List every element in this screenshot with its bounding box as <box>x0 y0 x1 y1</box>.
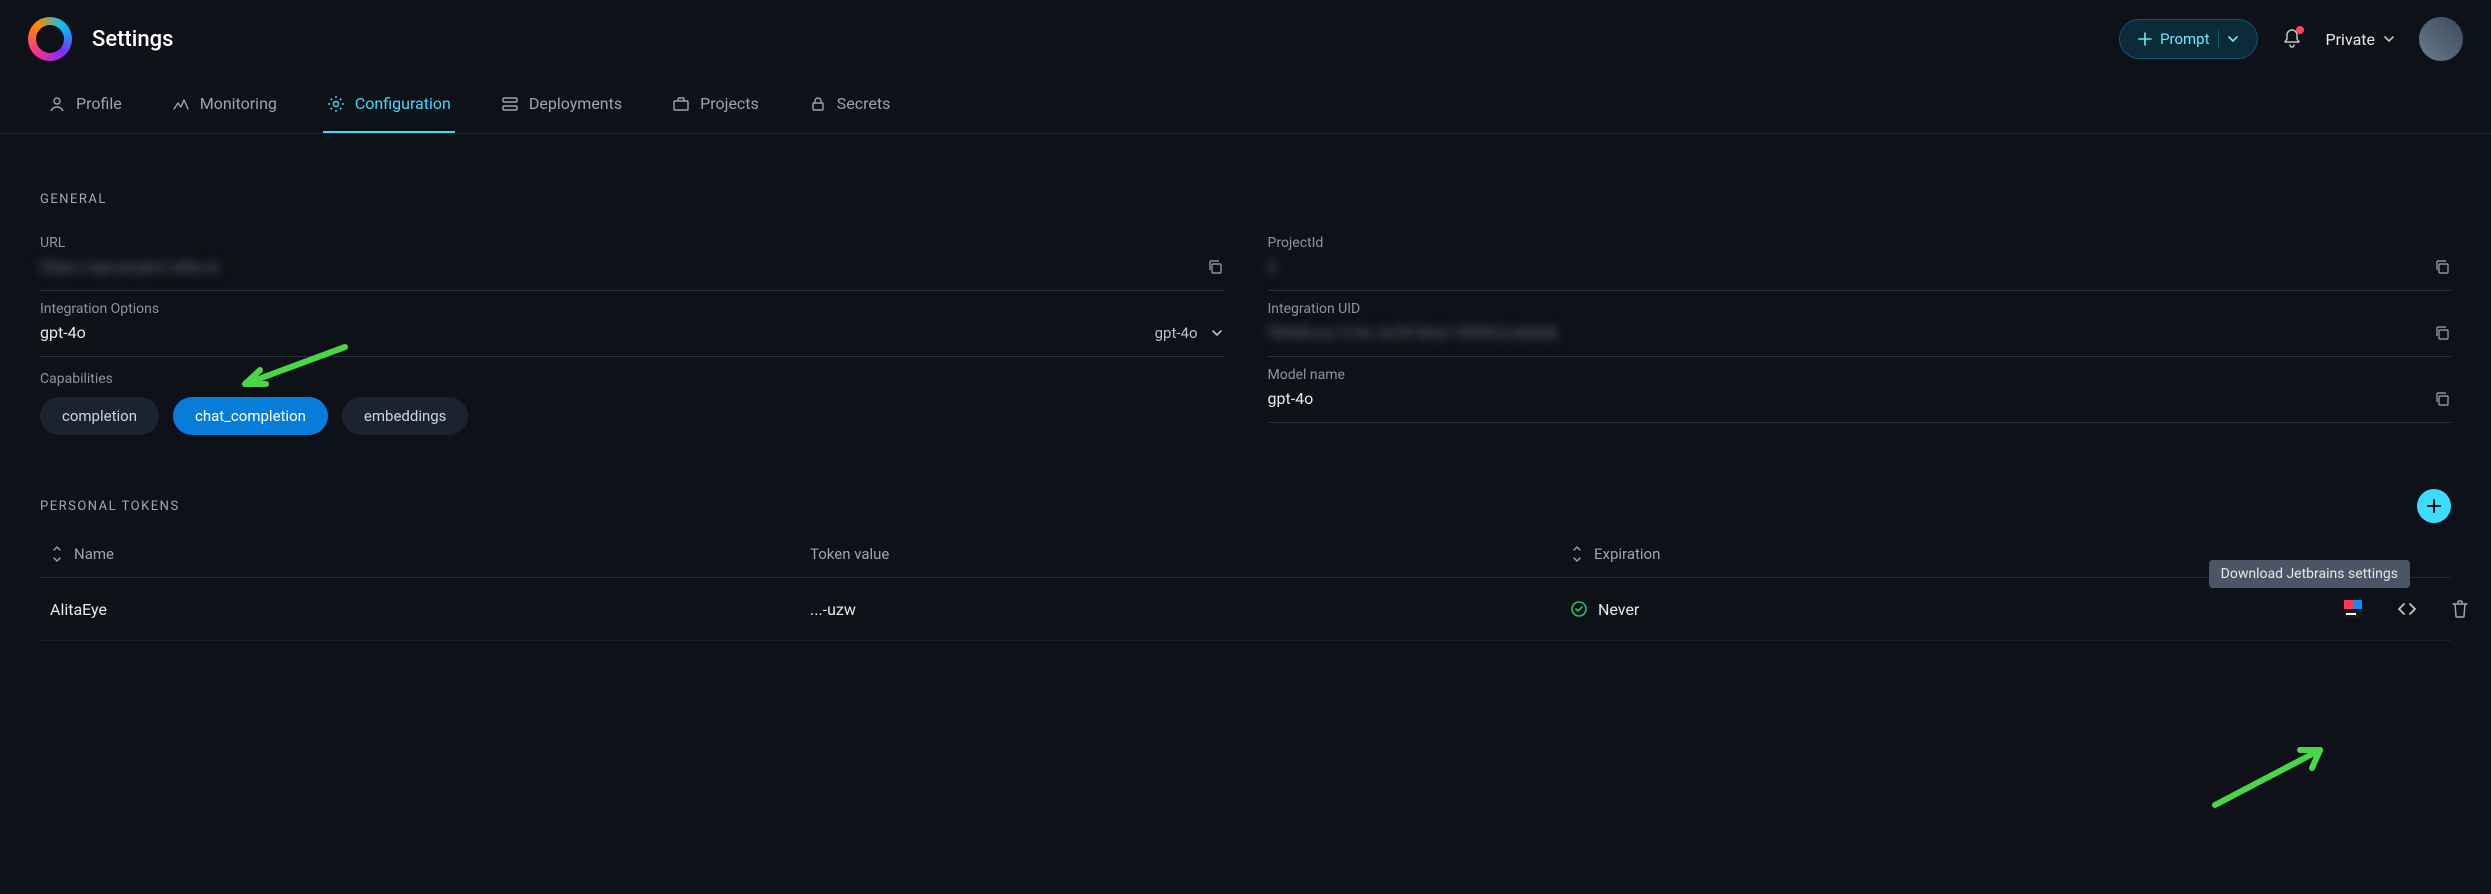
tab-label: Projects <box>700 94 759 113</box>
field-integration-options[interactable]: Integration Options gpt-4o gpt-4o <box>40 291 1224 357</box>
field-capabilities: Capabilities completion chat_completion … <box>40 357 1224 435</box>
lock-icon <box>809 95 827 113</box>
check-circle-icon <box>1570 600 1588 618</box>
tab-label: Configuration <box>355 94 451 113</box>
field-integration-uid: Integration UID f5668cca-7c9c-4c59-86a7-… <box>1268 291 2452 357</box>
download-jetbrains-button[interactable] <box>2342 598 2364 620</box>
plus-icon <box>2426 498 2442 514</box>
th-token-value: Token value <box>810 545 1570 563</box>
chip-embeddings[interactable]: embeddings <box>342 397 469 435</box>
notifications-button[interactable] <box>2282 28 2302 50</box>
sort-icon <box>50 546 64 562</box>
tab-bar: Profile Monitoring Configuration Deploym… <box>0 78 2491 134</box>
tab-monitoring[interactable]: Monitoring <box>168 78 281 133</box>
url-value: https://api.project.alita.ai <box>40 257 218 276</box>
field-model-name: Model name gpt-4o <box>1268 357 2452 423</box>
tab-label: Profile <box>76 94 122 113</box>
tokens-table: Name Token value Expiration AlitaEye ...… <box>40 531 2451 641</box>
tab-label: Deployments <box>529 94 622 113</box>
tab-profile[interactable]: Profile <box>44 78 126 133</box>
delete-button[interactable] <box>2450 598 2470 620</box>
tab-configuration[interactable]: Configuration <box>323 78 455 133</box>
th-expiration[interactable]: Expiration <box>1570 545 2170 563</box>
field-url: URL https://api.project.alita.ai <box>40 225 1224 291</box>
token-expiration: Never <box>1598 600 1639 619</box>
trash-icon <box>2450 598 2470 620</box>
code-button[interactable] <box>2396 598 2418 620</box>
page-title: Settings <box>92 27 173 52</box>
tab-secrets[interactable]: Secrets <box>805 78 895 133</box>
scope-label: Private <box>2326 30 2375 49</box>
prompt-label: Prompt <box>2160 30 2209 48</box>
copy-icon[interactable] <box>2433 324 2451 342</box>
tab-label: Secrets <box>837 94 891 113</box>
tooltip: Download Jetbrains settings <box>2209 560 2410 588</box>
field-label: Capabilities <box>40 371 1224 387</box>
avatar[interactable] <box>2419 17 2463 61</box>
chip-chat-completion[interactable]: chat_completion <box>173 397 328 435</box>
gear-icon <box>327 95 345 113</box>
copy-icon[interactable] <box>2433 390 2451 408</box>
chevron-down-icon <box>2227 33 2239 45</box>
field-label: Integration Options <box>40 301 1224 317</box>
tab-projects[interactable]: Projects <box>668 78 763 133</box>
field-label: ProjectId <box>1268 235 2452 251</box>
add-token-button[interactable] <box>2417 489 2451 523</box>
app-logo[interactable] <box>28 17 72 61</box>
deployments-icon <box>501 95 519 113</box>
section-tokens-title: PERSONAL TOKENS <box>40 499 180 514</box>
annotation-arrow <box>2210 740 2330 810</box>
field-label: Integration UID <box>1268 301 2452 317</box>
field-label: Model name <box>1268 367 2452 383</box>
copy-icon[interactable] <box>2433 258 2451 276</box>
table-row: AlitaEye ...-uzw Never Download Jetbrain… <box>40 578 2451 641</box>
briefcase-icon <box>672 95 690 113</box>
prompt-button[interactable]: Prompt <box>2119 19 2257 59</box>
model-name-value: gpt-4o <box>1268 389 1314 408</box>
scope-selector[interactable]: Private <box>2326 30 2395 49</box>
tab-deployments[interactable]: Deployments <box>497 78 626 133</box>
chevron-down-icon <box>1210 326 1224 340</box>
field-project-id: ProjectId 6 <box>1268 225 2452 291</box>
notification-dot <box>2296 26 2304 34</box>
tab-label: Monitoring <box>200 94 277 113</box>
copy-icon[interactable] <box>1206 258 1224 276</box>
sort-icon <box>1570 546 1584 562</box>
th-name[interactable]: Name <box>50 545 810 563</box>
integration-options-value: gpt-4o <box>40 323 86 342</box>
chevron-down-icon <box>2383 33 2395 45</box>
integration-options-selected: gpt-4o <box>1155 324 1198 342</box>
section-general-title: GENERAL <box>40 192 2451 207</box>
monitoring-icon <box>172 95 190 113</box>
plus-icon <box>2138 32 2152 46</box>
project-id-value: 6 <box>1268 257 1277 276</box>
chip-completion[interactable]: completion <box>40 397 159 435</box>
integration-uid-value: f5668cca-7c9c-4c59-86a7-98ff62ca868b <box>1268 323 1559 342</box>
token-name: AlitaEye <box>50 600 810 619</box>
token-value: ...-uzw <box>810 600 1570 619</box>
code-icon <box>2396 598 2418 620</box>
jetbrains-icon <box>2342 598 2364 620</box>
user-icon <box>48 95 66 113</box>
field-label: URL <box>40 235 1224 251</box>
